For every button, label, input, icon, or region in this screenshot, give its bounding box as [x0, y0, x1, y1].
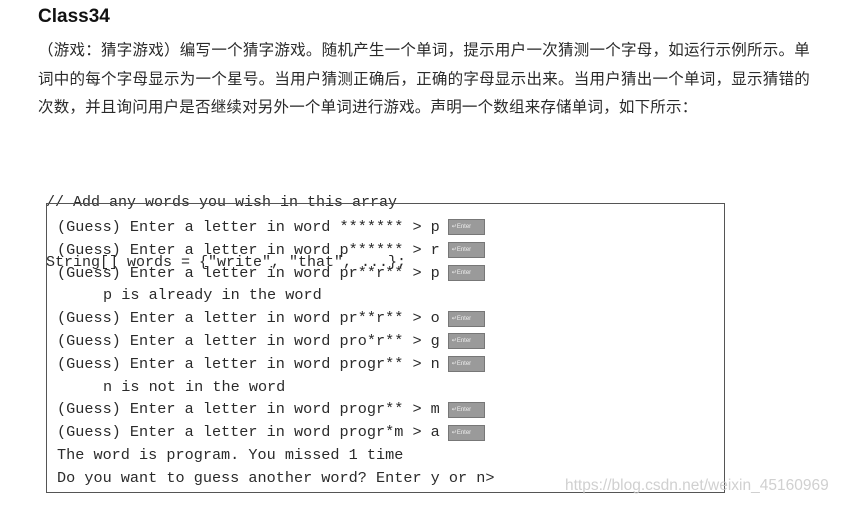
watermark: https://blog.csdn.net/weixin_45160969 [565, 477, 829, 494]
output-line: Do you want to guess another word? Enter… [57, 467, 494, 490]
enter-key-icon: ↵Enter [447, 333, 485, 350]
output-line: (Guess) Enter a letter in word pr**r** >… [57, 262, 494, 285]
output-text: (Guess) Enter a letter in word pr**r** >… [57, 309, 440, 328]
output-text: n is not in the word [103, 377, 286, 396]
output-line: (Guess) Enter a letter in word p****** >… [57, 239, 494, 262]
output-text: (Guess) Enter a letter in word progr*m >… [57, 423, 440, 442]
sample-run-box: (Guess) Enter a letter in word ******* >… [46, 203, 725, 493]
enter-key-icon: ↵Enter [447, 310, 485, 327]
page-title: Class34 [38, 6, 110, 27]
output-text: (Guess) Enter a letter in word p****** >… [57, 240, 440, 259]
output-text: (Guess) Enter a letter in word progr** >… [57, 354, 440, 373]
output-text: (Guess) Enter a letter in word ******* >… [57, 218, 440, 236]
enter-key-icon: ↵Enter [447, 424, 485, 441]
enter-key-icon: ↵Enter [447, 219, 485, 236]
problem-description: （游戏：猜字游戏）编写一个猜字游戏。随机产生一个单词，提示用户一次猜测一个字母，… [38, 41, 810, 116]
output-line: (Guess) Enter a letter in word pro*r** >… [57, 330, 494, 353]
output-line: (Guess) Enter a letter in word ******* >… [57, 216, 494, 239]
output-line: (Guess) Enter a letter in word progr*m >… [57, 421, 494, 444]
enter-key-icon: ↵Enter [447, 242, 485, 259]
output-line: The word is program. You missed 1 time [57, 444, 494, 467]
output-text: p is already in the word [103, 286, 322, 305]
output-line: (Guess) Enter a letter in word pr**r** >… [57, 307, 494, 330]
output-line: (Guess) Enter a letter in word progr** >… [57, 398, 494, 421]
output-text: (Guess) Enter a letter in word progr** >… [57, 400, 440, 419]
sample-run-output: (Guess) Enter a letter in word ******* >… [57, 216, 494, 490]
output-line: p is already in the word [57, 284, 494, 307]
enter-key-icon: ↵Enter [447, 401, 485, 418]
output-line: n is not in the word [57, 376, 494, 399]
enter-key-icon: ↵Enter [447, 356, 485, 373]
output-text: (Guess) Enter a letter in word pro*r** >… [57, 331, 440, 350]
output-text: (Guess) Enter a letter in word pr**r** >… [57, 263, 440, 282]
output-line: (Guess) Enter a letter in word progr** >… [57, 353, 494, 376]
output-text: The word is program. You missed 1 time [57, 445, 404, 464]
enter-key-icon: ↵Enter [447, 264, 485, 281]
output-text: Do you want to guess another word? Enter… [57, 468, 495, 487]
